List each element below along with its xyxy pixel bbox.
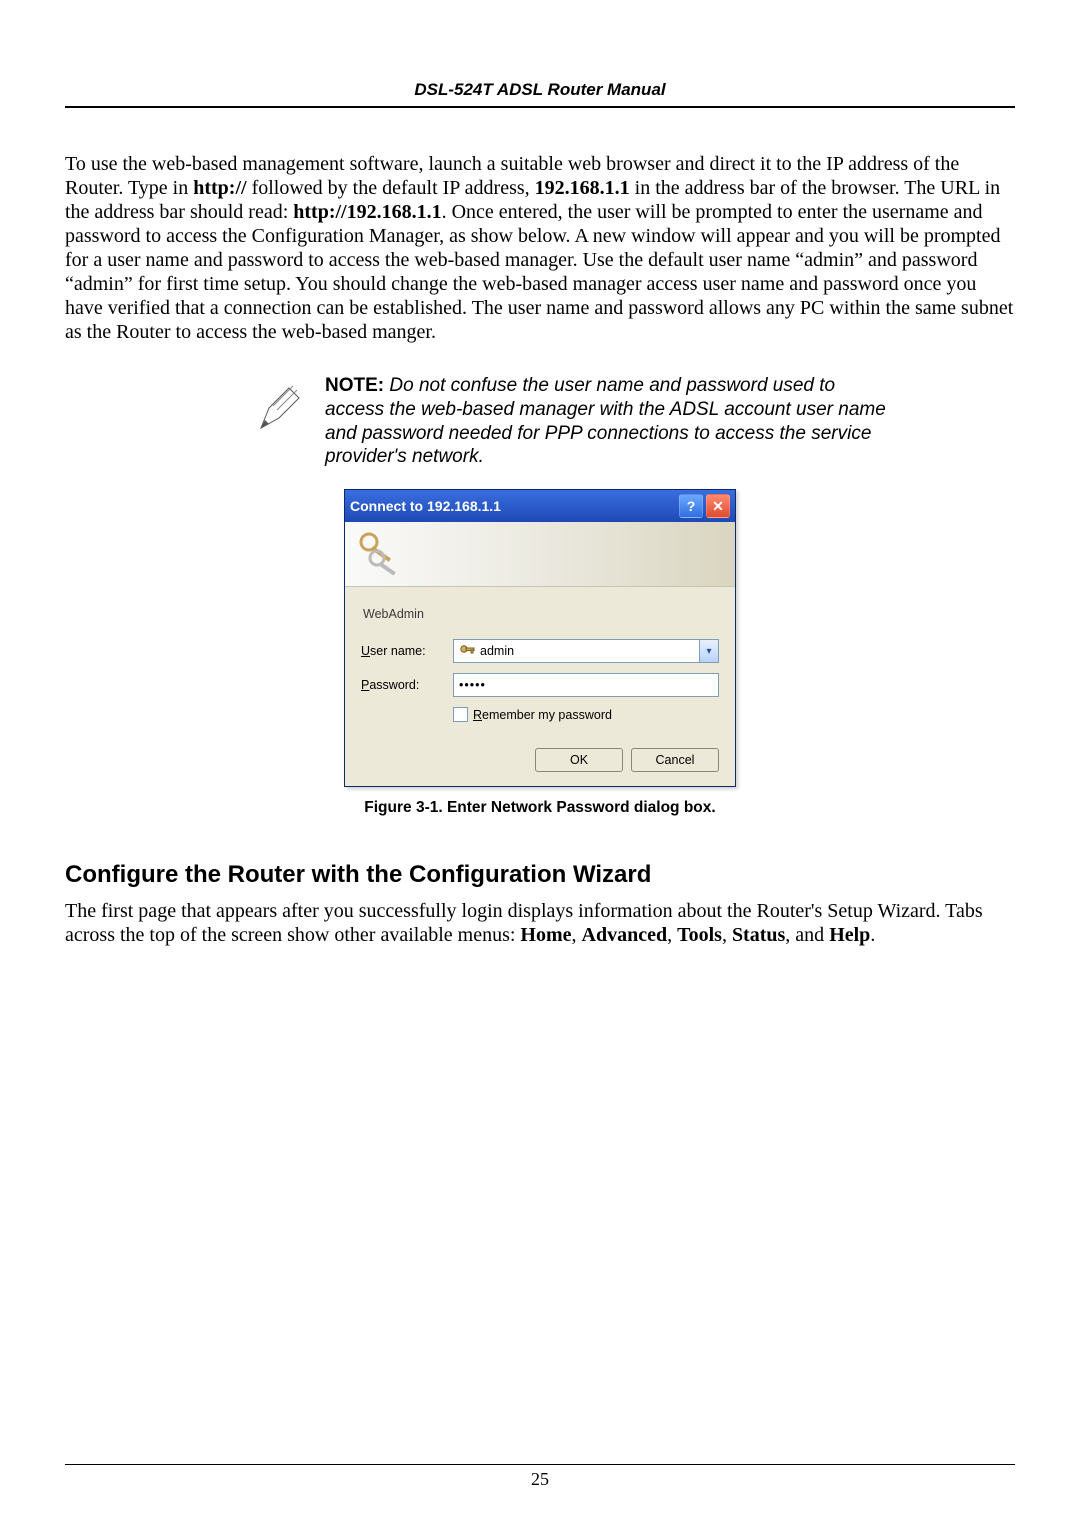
- pencil-icon: [255, 378, 305, 438]
- text-bold: http://192.168.1.1: [293, 201, 441, 223]
- ok-button[interactable]: OK: [535, 748, 623, 772]
- help-button[interactable]: ?: [679, 494, 703, 518]
- username-label: User name:: [361, 644, 453, 658]
- text-bold: Advanced: [582, 924, 668, 946]
- text-bold: Home: [520, 924, 571, 946]
- dialog-title: Connect to 192.168.1.1: [350, 498, 501, 514]
- text-bold: http://: [193, 177, 246, 199]
- text: followed by the default IP address,: [247, 177, 535, 199]
- text-bold: 192.168.1.1: [535, 177, 630, 199]
- chevron-down-icon[interactable]: ▾: [699, 640, 718, 662]
- remember-label: Remember my password: [473, 708, 612, 722]
- text-bold: Help: [829, 924, 870, 946]
- text: , and: [785, 924, 829, 946]
- auth-realm: WebAdmin: [363, 607, 719, 621]
- text: ,: [722, 924, 732, 946]
- section-paragraph: The first page that appears after you su…: [65, 899, 1015, 947]
- page-header-title: DSL-524T ADSL Router Manual: [65, 80, 1015, 108]
- note-text: Do not confuse the user name and passwor…: [325, 375, 886, 467]
- password-value: •••••: [459, 678, 486, 692]
- text-bold: Tools: [677, 924, 722, 946]
- figure-caption: Figure 3-1. Enter Network Password dialo…: [65, 799, 1015, 817]
- username-value: admin: [480, 644, 699, 658]
- password-label: Password:: [361, 678, 453, 692]
- text-bold: Status: [732, 924, 785, 946]
- checkbox-icon: [453, 707, 468, 722]
- password-input[interactable]: •••••: [453, 673, 719, 697]
- page-number: 25: [65, 1464, 1015, 1490]
- intro-paragraph: To use the web-based management software…: [65, 152, 1015, 344]
- auth-dialog: Connect to 192.168.1.1 ? ✕ WebAdmin User…: [344, 489, 736, 787]
- dialog-titlebar: Connect to 192.168.1.1 ? ✕: [345, 490, 735, 522]
- section-heading: Configure the Router with the Configurat…: [65, 861, 1015, 889]
- text: ,: [572, 924, 582, 946]
- cancel-button[interactable]: Cancel: [631, 748, 719, 772]
- close-button[interactable]: ✕: [706, 494, 730, 518]
- remember-password-checkbox[interactable]: Remember my password: [453, 707, 719, 722]
- keys-icon: [355, 528, 403, 580]
- text: .: [870, 924, 875, 946]
- text: ,: [667, 924, 677, 946]
- dialog-banner: [345, 522, 735, 587]
- note-label: NOTE:: [325, 375, 384, 396]
- note-block: NOTE: Do not confuse the user name and p…: [255, 374, 895, 469]
- username-input[interactable]: admin ▾: [453, 639, 719, 663]
- user-key-icon: [459, 644, 475, 658]
